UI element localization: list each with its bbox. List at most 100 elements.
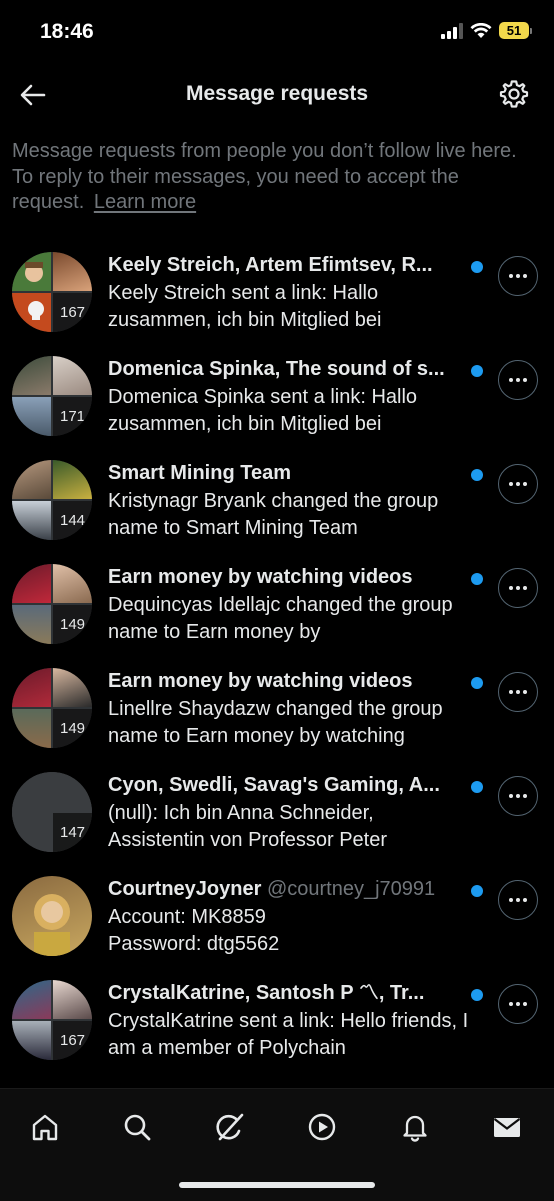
member-avatar [12, 668, 51, 707]
more-options-button[interactable] [498, 776, 538, 816]
member-avatar [12, 356, 51, 395]
unread-dot [471, 573, 483, 585]
request-row[interactable]: 149 Earn money by watching videos Dequin… [0, 558, 554, 662]
request-preview: Domenica Spinka sent a link: Hallo zusam… [108, 386, 418, 435]
request-text: Earn money by watching videos Dequincyas… [108, 564, 473, 646]
request-row[interactable]: 149 Earn money by watching videos Linell… [0, 662, 554, 766]
home-icon [32, 1114, 58, 1141]
status-bar: 18:46 51 [0, 0, 554, 66]
home-indicator[interactable] [179, 1182, 375, 1188]
request-text: Smart Mining Team Kristynagr Bryank chan… [108, 460, 473, 542]
nav-notifications[interactable] [393, 1105, 437, 1149]
request-row[interactable]: 167 Keely Streich, Artem Efimtsev, R... … [0, 246, 554, 350]
nav-home[interactable] [23, 1105, 67, 1149]
message-request-list: 167 Keely Streich, Artem Efimtsev, R... … [0, 246, 554, 1078]
more-dots-icon [509, 1002, 527, 1006]
unread-dot [471, 885, 483, 897]
member-avatar [53, 356, 92, 395]
battery-icon: 51 [499, 22, 532, 39]
member-avatar [12, 460, 51, 499]
group-avatar: 167 [12, 252, 92, 332]
member-avatar [53, 980, 92, 1019]
mail-icon [493, 1118, 521, 1137]
request-title: CrystalKatrine, Santosh P 〽, Tr... [108, 982, 425, 1004]
member-avatar [12, 252, 51, 291]
settings-button[interactable] [498, 78, 530, 110]
more-options-button[interactable] [498, 672, 538, 712]
nav-grok[interactable] [208, 1105, 252, 1149]
more-dots-icon [509, 586, 527, 590]
member-avatar [12, 501, 51, 540]
video-play-icon [308, 1113, 336, 1141]
request-text: Keely Streich, Artem Efimtsev, R... Keel… [108, 252, 473, 334]
unread-dot [471, 469, 483, 481]
user-avatar [12, 876, 92, 956]
request-row[interactable]: CourtneyJoyner @courtney_j70991 Account:… [0, 870, 554, 974]
request-row[interactable]: 167 CrystalKatrine, Santosh P 〽, Tr... C… [0, 974, 554, 1078]
request-title: Earn money by watching videos [108, 566, 413, 588]
request-text: Domenica Spinka, The sound of s... Domen… [108, 356, 473, 438]
member-avatar [12, 813, 51, 852]
member-count-badge: 167 [53, 1021, 92, 1060]
page-title: Message requests [185, 82, 369, 105]
display-name: CourtneyJoyner [108, 878, 262, 900]
more-options-button[interactable] [498, 256, 538, 296]
more-options-button[interactable] [498, 360, 538, 400]
cellular-signal-icon [441, 22, 463, 39]
request-preview: Account: MK8859 Password: dtg5562 [108, 906, 280, 955]
request-text: CrystalKatrine, Santosh P 〽, Tr... Cryst… [108, 980, 473, 1062]
request-title: CourtneyJoyner @courtney_j70991 [108, 876, 473, 902]
request-preview: Keely Streich sent a link: Hallo zusamme… [108, 282, 382, 331]
request-text: Earn money by watching videos Linellre S… [108, 668, 473, 750]
member-avatar [12, 980, 51, 1019]
member-avatar [53, 252, 92, 291]
member-avatar [12, 397, 51, 436]
battery-level: 51 [499, 22, 529, 39]
more-dots-icon [509, 794, 527, 798]
unread-dot [471, 261, 483, 273]
member-avatar [53, 668, 92, 707]
clock: 18:46 [40, 20, 94, 43]
request-text: CourtneyJoyner @courtney_j70991 Account:… [108, 876, 473, 958]
request-row[interactable]: 171 Domenica Spinka, The sound of s... D… [0, 350, 554, 454]
member-avatar [53, 460, 92, 499]
more-options-button[interactable] [498, 984, 538, 1024]
member-count-badge: 171 [53, 397, 92, 436]
request-preview: Linellre Shaydazw changed the group name… [108, 698, 443, 747]
group-avatar: 147 [12, 772, 92, 852]
request-title: Cyon, Swedli, Savag's Gaming, A... [108, 774, 440, 796]
member-avatar [53, 564, 92, 603]
request-row[interactable]: 144 Smart Mining Team Kristynagr Bryank … [0, 454, 554, 558]
user-handle: @courtney_j70991 [266, 878, 436, 900]
nav-messages[interactable] [485, 1105, 529, 1149]
more-options-button[interactable] [498, 568, 538, 608]
member-avatar [12, 293, 51, 332]
member-avatar [12, 564, 51, 603]
member-avatar [12, 772, 51, 811]
group-avatar: 167 [12, 980, 92, 1060]
unread-dot [471, 781, 483, 793]
learn-more-link[interactable]: Learn more [94, 191, 196, 213]
request-title: Keely Streich, Artem Efimtsev, R... [108, 254, 433, 276]
member-count-badge: 147 [53, 813, 92, 852]
request-preview: (null): Ich bin Anna Schneider, Assisten… [108, 802, 388, 851]
unread-dot [471, 365, 483, 377]
member-avatar [12, 709, 51, 748]
more-dots-icon [509, 482, 527, 486]
member-count-badge: 144 [53, 501, 92, 540]
member-count-badge: 149 [53, 709, 92, 748]
more-dots-icon [509, 378, 527, 382]
request-row[interactable]: 147 Cyon, Swedli, Savag's Gaming, A... (… [0, 766, 554, 870]
nav-video[interactable] [300, 1105, 344, 1149]
group-avatar: 149 [12, 564, 92, 644]
gear-icon [499, 80, 529, 108]
group-avatar: 171 [12, 356, 92, 436]
more-dots-icon [509, 690, 527, 694]
more-options-button[interactable] [498, 880, 538, 920]
member-count-badge: 167 [53, 293, 92, 332]
more-options-button[interactable] [498, 464, 538, 504]
nav-search[interactable] [115, 1105, 159, 1149]
member-avatar [53, 772, 92, 811]
wifi-icon [470, 22, 492, 38]
more-dots-icon [509, 274, 527, 278]
